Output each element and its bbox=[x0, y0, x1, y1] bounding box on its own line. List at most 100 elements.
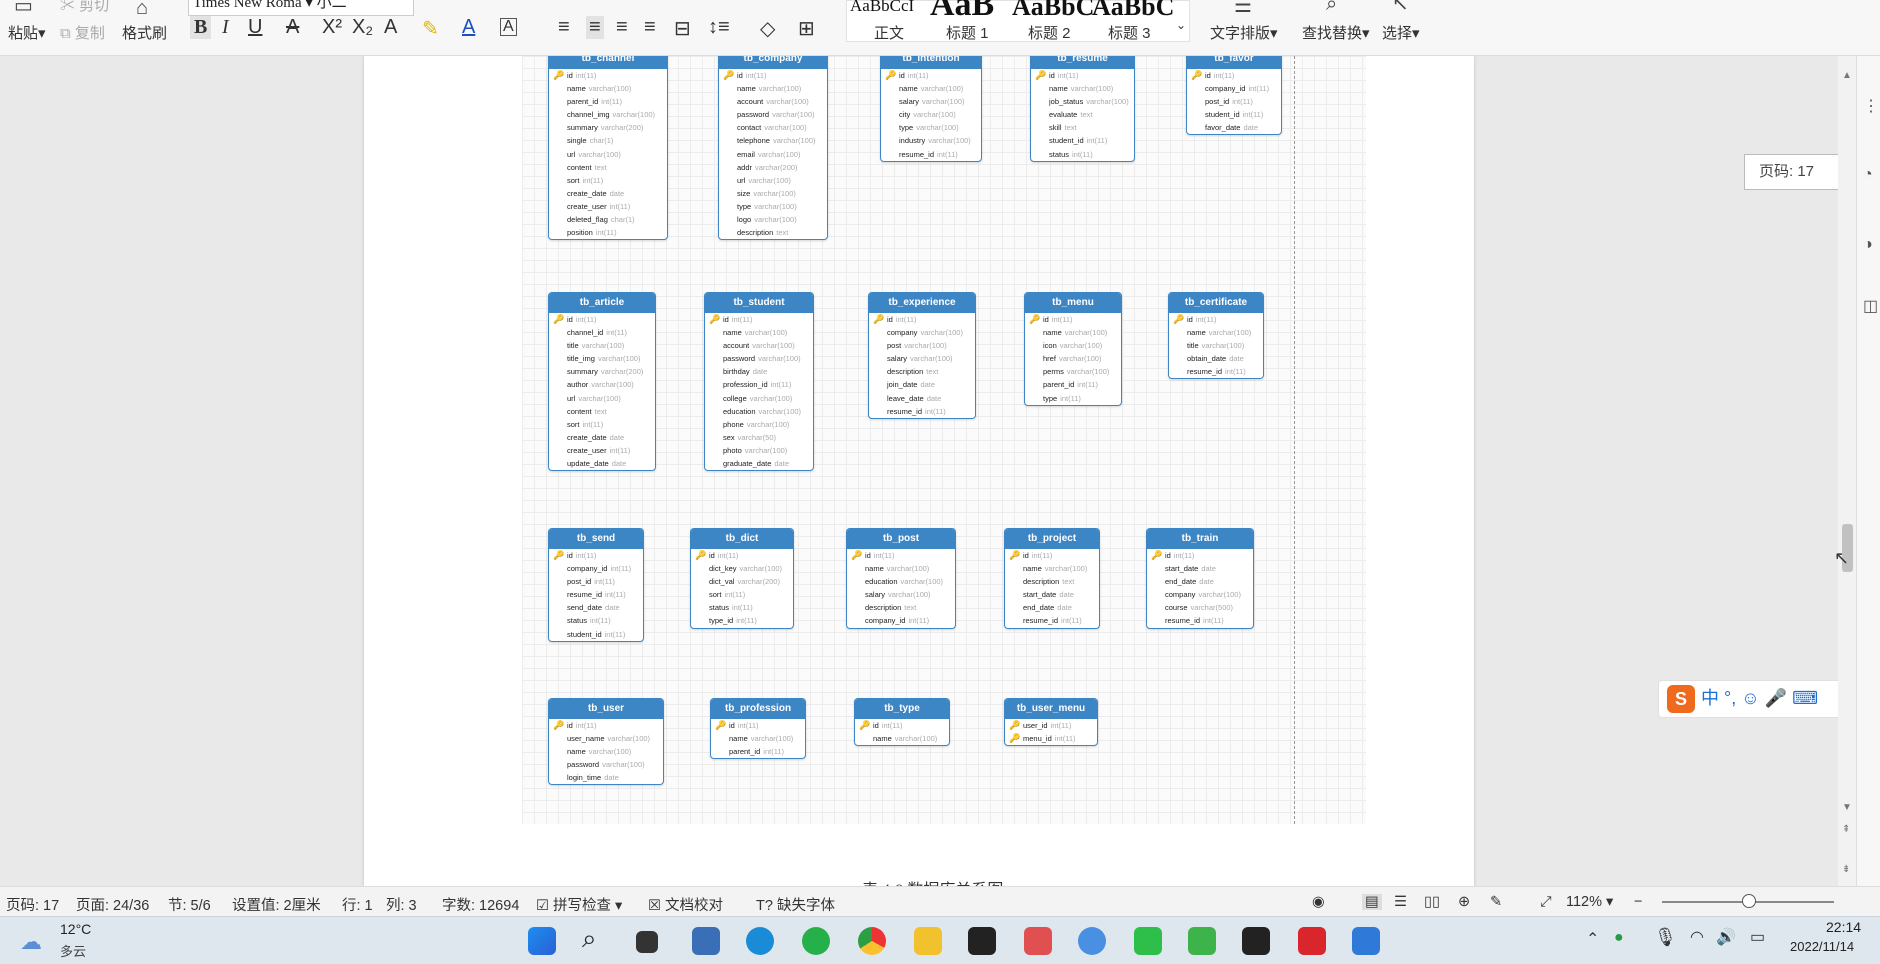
er-table-tb-menu[interactable]: tb_menu 🔑 id int(11) name varchar(100) icon var… bbox=[1024, 292, 1122, 406]
fit-page-icon[interactable]: ⤢ bbox=[1540, 894, 1552, 910]
superscript-button[interactable]: X² bbox=[322, 16, 342, 39]
er-table-tb-project[interactable]: tb_project 🔑 id int(11) name varchar(100) desc… bbox=[1004, 528, 1100, 629]
copy-button[interactable]: ⧉ 复制 bbox=[60, 22, 105, 43]
side-tool-icon[interactable]: ◑ bbox=[1863, 236, 1873, 254]
distribute-icon[interactable]: ⊟ bbox=[674, 16, 691, 41]
er-table-tb-channel[interactable]: tb_channel 🔑 id int(11) name varchar(100) pare… bbox=[548, 56, 668, 241]
status-setting[interactable]: 设置值: 2厘米 bbox=[232, 894, 321, 915]
er-diagram[interactable]: tb_channel 🔑 id int(11) name varchar(100) pare… bbox=[522, 56, 1366, 824]
er-table-tb-resume[interactable]: tb_resume 🔑 id int(11) name varchar(100) job_s… bbox=[1030, 56, 1135, 162]
er-table-tb-certificate[interactable]: tb_certificate 🔑 id int(11) name varchar(100)… bbox=[1168, 292, 1264, 380]
status-section[interactable]: 节: 5/6 bbox=[168, 894, 211, 915]
text-effect-icon[interactable]: A bbox=[384, 16, 397, 39]
zoom-level[interactable]: 112% ▾ bbox=[1566, 894, 1613, 910]
page-view-icon[interactable]: ▤ bbox=[1362, 894, 1382, 910]
strikethrough-button[interactable]: A bbox=[286, 16, 299, 39]
er-table-tb-experience[interactable]: tb_experience 🔑 id int(11) company varchar(10… bbox=[868, 292, 976, 419]
align-right-icon[interactable]: ≡ bbox=[616, 16, 628, 39]
task-view-icon[interactable] bbox=[636, 931, 658, 953]
justify-icon[interactable]: ≡ bbox=[644, 16, 656, 39]
status-page-number[interactable]: 页码: 17 bbox=[6, 894, 59, 915]
app-remote-icon[interactable] bbox=[692, 927, 720, 955]
intellij-icon[interactable] bbox=[968, 927, 996, 955]
format-painter-icon[interactable]: ⌂ bbox=[136, 0, 148, 18]
weather-desc[interactable]: 多云 bbox=[60, 941, 86, 960]
doc-check-button[interactable]: ☒ 文档校对 bbox=[648, 894, 723, 915]
paste-icon[interactable]: ▭ bbox=[14, 0, 33, 16]
scroll-up-icon[interactable]: ▲ bbox=[1842, 70, 1852, 81]
ime-toolbar[interactable]: S中 °, ☺ 🎤 ⌨ bbox=[1658, 680, 1844, 718]
font-color-icon[interactable]: A bbox=[462, 16, 475, 39]
weather-temp[interactable]: 12°C bbox=[60, 921, 91, 937]
write-mode-icon[interactable]: ✎ bbox=[1490, 894, 1502, 910]
read-view-icon[interactable]: ▯▯ bbox=[1424, 894, 1440, 910]
borders-icon[interactable]: ⊞ bbox=[798, 16, 815, 41]
status-row[interactable]: 行: 1 bbox=[342, 894, 373, 915]
start-menu-icon[interactable] bbox=[528, 927, 556, 955]
er-table-tb-company[interactable]: tb_company 🔑 id int(11) name varchar(100) acco… bbox=[718, 56, 828, 241]
style-heading-3[interactable]: 标题 3 bbox=[1108, 22, 1151, 43]
app-red-icon[interactable] bbox=[1024, 927, 1052, 955]
style-normal-preview[interactable]: AaBbCcI bbox=[850, 0, 914, 16]
mic-icon[interactable]: 🎤 bbox=[1765, 688, 1787, 708]
status-col[interactable]: 列: 3 bbox=[386, 894, 417, 915]
tray-app-icon[interactable]: ● bbox=[1614, 929, 1624, 947]
terminal-icon[interactable] bbox=[1242, 927, 1270, 955]
er-table-tb-dict[interactable]: tb_dict 🔑 id int(11) dict_key varchar(100) dic… bbox=[690, 528, 794, 629]
line-spacing-icon[interactable]: ↕≡ bbox=[708, 16, 730, 39]
font-name-select[interactable]: Times New Roma ▾ 小二 bbox=[188, 0, 414, 16]
er-table-tb-favor[interactable]: tb_favor 🔑 id int(11) company_id int(11) post_… bbox=[1186, 56, 1282, 136]
wps-icon[interactable] bbox=[1298, 927, 1326, 955]
er-table-tb-profession[interactable]: tb_profession 🔑 id int(11) name varchar(100) p… bbox=[710, 698, 806, 760]
align-center-icon[interactable]: ≡ bbox=[586, 16, 604, 39]
style-h3-preview[interactable]: AaBbC bbox=[1092, 0, 1174, 22]
mic-tray-icon[interactable]: 🎙 bbox=[1654, 927, 1677, 948]
clock-time[interactable]: 22:14 bbox=[1826, 919, 1861, 935]
text-layout-icon[interactable]: ☰ bbox=[1234, 0, 1252, 16]
er-table-tb-article[interactable]: tb_article 🔑 id int(11) channel_id int(11) tit… bbox=[548, 292, 656, 472]
hbuilder-icon[interactable] bbox=[1188, 927, 1216, 955]
format-painter-button[interactable]: 格式刷 bbox=[122, 22, 167, 43]
wechat-icon[interactable] bbox=[1134, 927, 1162, 955]
zoom-out-button[interactable]: − bbox=[1634, 894, 1642, 910]
select-button[interactable]: 选择▾ bbox=[1382, 22, 1420, 43]
paste-button[interactable]: 粘贴▾ bbox=[8, 22, 46, 43]
text-layout-button[interactable]: 文字排版▾ bbox=[1210, 22, 1278, 43]
vertical-scrollbar[interactable]: ▲ ▼ ⇞ ⇟ bbox=[1838, 56, 1856, 886]
prev-page-icon[interactable]: ⇞ bbox=[1842, 824, 1850, 835]
file-explorer-icon[interactable] bbox=[914, 927, 942, 955]
keyboard-icon[interactable]: ⌨ bbox=[1792, 688, 1818, 708]
cut-button[interactable]: ✂ 剪切 bbox=[60, 0, 109, 15]
er-table-tb-intention[interactable]: tb_intention 🔑 id int(11) name varchar(100) sa… bbox=[880, 56, 982, 162]
tray-chevron-icon[interactable]: ⌃ bbox=[1586, 929, 1599, 949]
er-table-tb-send[interactable]: tb_send 🔑 id int(11) company_id int(11) post_i… bbox=[548, 528, 644, 642]
style-gallery-more[interactable]: ⌄ bbox=[1176, 18, 1186, 32]
app-blue-icon[interactable] bbox=[1078, 927, 1106, 955]
style-normal[interactable]: 正文 bbox=[874, 22, 904, 43]
battery-icon[interactable]: ▭ bbox=[1750, 927, 1765, 947]
scroll-down-icon[interactable]: ▼ bbox=[1842, 802, 1852, 813]
wifi-icon[interactable]: ◠ bbox=[1690, 927, 1704, 947]
missing-font-button[interactable]: T? 缺失字体 bbox=[756, 894, 835, 915]
spellcheck-button[interactable]: ☑ 拼写检查 ▾ bbox=[536, 894, 622, 915]
style-h1-preview[interactable]: AaB bbox=[930, 0, 994, 24]
chrome-icon[interactable] bbox=[858, 927, 886, 955]
er-table-tb-user[interactable]: tb_user 🔑 id int(11) user_name varchar(100) na… bbox=[548, 698, 664, 786]
cursor-select-icon[interactable]: ↖ bbox=[1392, 0, 1409, 14]
er-table-tb-train[interactable]: tb_train 🔑 id int(11) start_date date end_date… bbox=[1146, 528, 1254, 629]
edge-icon[interactable] bbox=[746, 927, 774, 955]
outline-view-icon[interactable]: ☰ bbox=[1394, 894, 1407, 910]
status-page[interactable]: 页面: 24/36 bbox=[76, 894, 149, 915]
status-word-count[interactable]: 字数: 12694 bbox=[442, 894, 519, 915]
emoji-icon[interactable]: ☺ bbox=[1741, 688, 1759, 708]
style-heading-2[interactable]: 标题 2 bbox=[1028, 22, 1071, 43]
er-table-tb-user-menu[interactable]: tb_user_menu 🔑 user_id int(11) 🔑 menu_id int(1… bbox=[1004, 698, 1098, 747]
search-icon[interactable]: ⌕ bbox=[1326, 0, 1337, 14]
ie-browser-icon[interactable] bbox=[802, 927, 830, 955]
side-tool-icon[interactable]: ◔ bbox=[1863, 166, 1873, 184]
bold-button[interactable]: B bbox=[190, 16, 212, 39]
style-h2-preview[interactable]: AaBbC bbox=[1012, 0, 1094, 22]
char-border-icon[interactable]: A bbox=[500, 18, 517, 36]
weather-icon[interactable]: ☁ bbox=[20, 929, 42, 955]
volume-icon[interactable]: 🔊 bbox=[1716, 927, 1736, 947]
